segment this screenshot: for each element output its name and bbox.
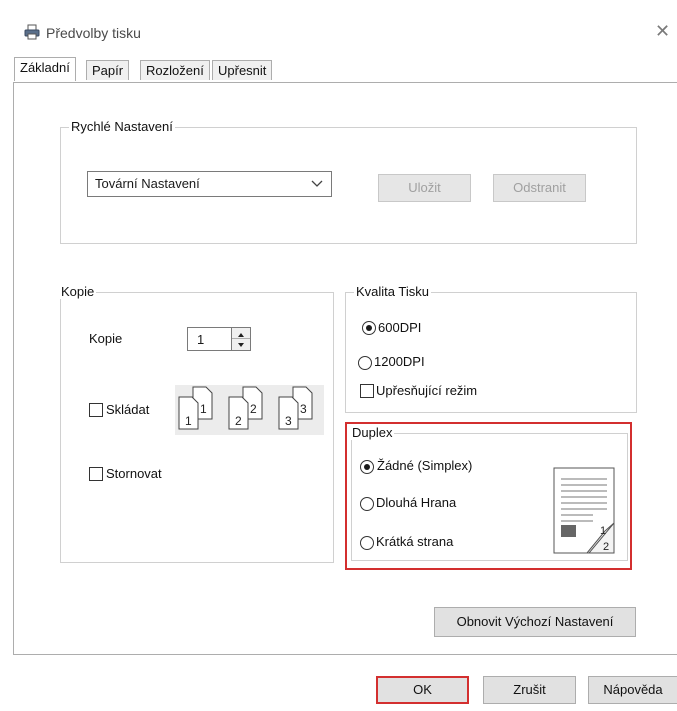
quality-1200-label: 1200DPI — [374, 354, 425, 369]
duplex-preview-page: 1 — [600, 525, 606, 537]
collate-page-label: 1 — [185, 414, 192, 428]
duplex-preview-icon: 1 2 — [553, 467, 615, 554]
quality-600-label: 600DPI — [378, 320, 422, 335]
restore-defaults-button[interactable]: Obnovit Výchozí Nastavení — [434, 607, 636, 637]
fine-mode-label: Upřesňující režim — [376, 383, 478, 398]
copies-label: Kopie — [89, 331, 123, 346]
collate-checkbox[interactable] — [89, 403, 103, 417]
cancel-button[interactable]: Zrušit — [483, 676, 576, 704]
reverse-label: Stornovat — [106, 466, 162, 481]
tab-papir[interactable]: Papír — [86, 60, 130, 80]
quality-1200-radio[interactable] — [358, 356, 372, 370]
quick-settings-select[interactable]: Tovární Nastavení — [87, 171, 332, 197]
duplex-none-radio[interactable] — [360, 460, 374, 474]
collate-page-label: 3 — [300, 402, 307, 416]
close-icon[interactable]: ✕ — [655, 22, 670, 40]
copies-input[interactable]: 1 — [187, 327, 232, 351]
delete-button[interactable]: Odstranit — [493, 174, 586, 202]
quick-settings-value: Tovární Nastavení — [95, 176, 200, 191]
copies-stepper[interactable] — [232, 327, 251, 351]
collate-label: Skládat — [106, 402, 150, 417]
ok-button[interactable]: OK — [376, 676, 469, 704]
duplex-short-radio[interactable] — [360, 536, 374, 550]
duplex-long-label: Dlouhá Hrana — [376, 495, 457, 510]
save-button[interactable]: Uložit — [378, 174, 471, 202]
quality-600-radio[interactable] — [362, 321, 376, 335]
quick-settings-title: Rychlé Nastavení — [69, 119, 175, 134]
tab-zakladni[interactable]: Základní — [14, 57, 76, 81]
duplex-short-label: Krátká strana — [376, 534, 454, 549]
reverse-checkbox[interactable] — [89, 467, 103, 481]
copies-value: 1 — [197, 332, 205, 347]
collate-page-label: 2 — [235, 414, 242, 428]
collate-page-label: 1 — [200, 402, 207, 416]
tab-upresnit[interactable]: Upřesnit — [212, 60, 273, 80]
chevron-down-icon — [311, 180, 323, 187]
title-bar: Předvolby tisku ✕ — [0, 0, 677, 41]
printer-icon — [24, 24, 40, 40]
duplex-none-label: Žádné (Simplex) — [377, 458, 473, 473]
spin-up-icon[interactable] — [232, 328, 250, 339]
duplex-long-radio[interactable] — [360, 497, 374, 511]
collate-page-label: 3 — [285, 414, 292, 428]
fine-mode-checkbox[interactable] — [360, 384, 374, 398]
window-title: Předvolby tisku — [46, 25, 141, 41]
collate-page-label: 2 — [250, 402, 257, 416]
duplex-preview-page: 2 — [603, 541, 609, 553]
tab-rozlozeni[interactable]: Rozložení — [140, 60, 210, 80]
quality-title: Kvalita Tisku — [354, 284, 431, 299]
collate-illustration: 1 1 2 2 3 3 — [175, 385, 324, 435]
copies-title: Kopie — [59, 284, 97, 299]
spin-down-icon[interactable] — [232, 339, 250, 350]
help-button[interactable]: Nápověda — [588, 676, 677, 704]
